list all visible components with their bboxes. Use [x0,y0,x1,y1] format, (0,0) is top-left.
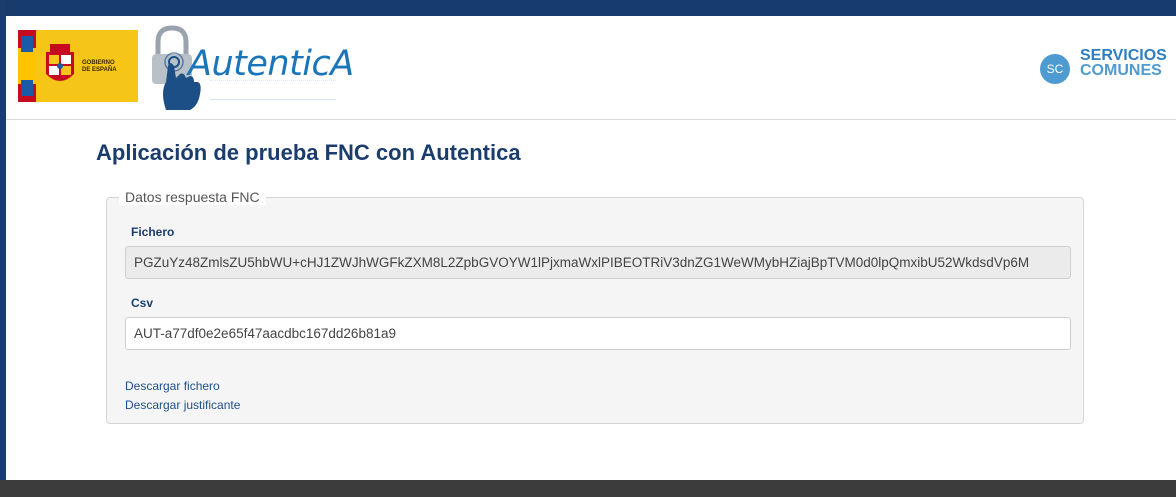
csv-label: Csv [131,296,154,310]
gobierno-text: GOBIERNO DE ESPAÑA [82,60,117,73]
fnc-response-fieldset: Datos respuesta FNC Fichero PGZuYz48Zmls… [106,189,1084,424]
flag-stripe [18,30,36,102]
sc-badge-icon: SC [1040,54,1070,84]
autentica-wordmark: AutenticA [188,44,354,84]
top-bar [0,0,1176,16]
fichero-label: Fichero [131,225,175,239]
servicios-text: SERVICIOS [1080,47,1167,64]
fieldset-legend: Datos respuesta FNC [119,189,266,205]
download-file-link[interactable]: Descargar fichero [125,379,220,393]
header: GOBIERNO DE ESPAÑA AutenticA SC SERVICIO… [6,16,1176,120]
coat-of-arms-icon [46,44,74,81]
csv-field[interactable]: AUT-a77df0e2e65f47aacdbc167dd26b81a9 [125,317,1071,350]
gobierno-logo: GOBIERNO DE ESPAÑA [18,30,138,102]
page-title: Aplicación de prueba FNC con Autentica [96,140,521,165]
footer [0,480,1176,497]
servicios-comunes-logo: SC SERVICIOS COMUNES [1036,38,1176,88]
comunes-text: COMUNES [1080,62,1162,79]
download-receipt-link[interactable]: Descargar justificante [125,398,240,412]
fichero-field[interactable]: PGZuYz48ZmlsZU5hbWU+cHJ1ZWJhWGFkZXM8L2Zp… [125,246,1071,279]
autentica-logo: AutenticA [144,22,354,112]
